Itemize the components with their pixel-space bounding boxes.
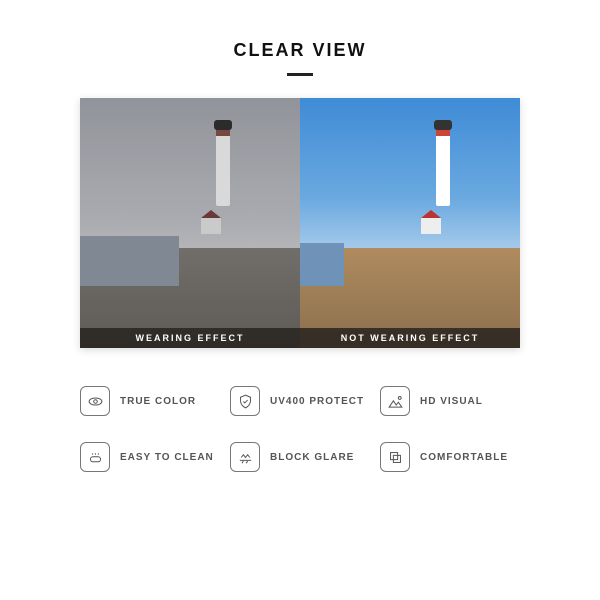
feature-easy-clean: EASY TO CLEAN	[80, 442, 220, 472]
wearing-label: WEARING EFFECT	[80, 328, 300, 348]
title-underline	[287, 73, 313, 76]
photo-left-wearing: WEARING EFFECT	[80, 98, 300, 348]
layers-icon	[380, 442, 410, 472]
feature-label: COMFORTABLE	[420, 452, 508, 463]
page-title: CLEAR VIEW	[233, 40, 366, 61]
house-bright	[421, 218, 441, 234]
lighthouse-dull	[216, 128, 230, 206]
feature-label: UV400 PROTECT	[270, 396, 364, 407]
feature-hd-visual: HD VISUAL	[380, 386, 520, 416]
feature-block-glare: BLOCK GLARE	[230, 442, 370, 472]
shield-icon	[230, 386, 260, 416]
feature-comfortable: COMFORTABLE	[380, 442, 520, 472]
feature-true-color: TRUE COLOR	[80, 386, 220, 416]
feature-uv400: UV400 PROTECT	[230, 386, 370, 416]
feature-grid: TRUE COLOR UV400 PROTECT HD VISUAL EASY …	[80, 386, 520, 472]
feature-label: TRUE COLOR	[120, 396, 196, 407]
feature-label: HD VISUAL	[420, 396, 483, 407]
house-dull	[201, 218, 221, 234]
dull-sea	[80, 236, 179, 286]
eye-icon	[80, 386, 110, 416]
bright-sea	[300, 243, 344, 286]
feature-label: EASY TO CLEAN	[120, 452, 214, 463]
comparison-photo: WEARING EFFECT NOT WEARING EFFECT	[80, 98, 520, 348]
photo-right-not-wearing: NOT WEARING EFFECT	[300, 98, 520, 348]
dull-scene	[80, 98, 300, 348]
clean-icon	[80, 442, 110, 472]
lighthouse-bright	[436, 128, 450, 206]
bright-scene	[300, 98, 520, 348]
glare-icon	[230, 442, 260, 472]
feature-label: BLOCK GLARE	[270, 452, 354, 463]
not-wearing-label: NOT WEARING EFFECT	[300, 328, 520, 348]
mountain-icon	[380, 386, 410, 416]
